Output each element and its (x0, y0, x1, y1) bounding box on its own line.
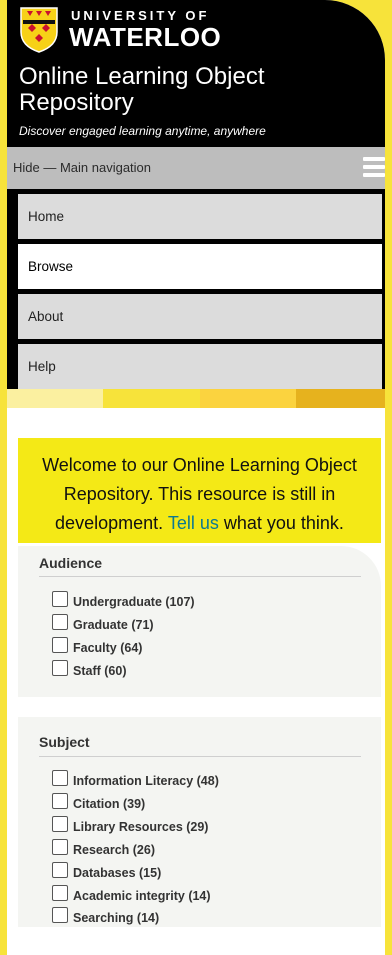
welcome-text-end: what you think. (223, 513, 344, 533)
divider (39, 576, 361, 577)
checkbox[interactable] (52, 885, 68, 901)
checkbox[interactable] (52, 591, 68, 607)
facet-option-label: Undergraduate (107) (73, 595, 195, 609)
facet-option-label: Library Resources (29) (73, 820, 209, 834)
facet-option-label: Graduate (71) (73, 618, 154, 632)
checkbox[interactable] (52, 907, 68, 923)
facet-title: Subject (39, 734, 90, 750)
logo-text-line1: UNIVERSITY OF (71, 8, 210, 23)
university-logo[interactable]: UNIVERSITY OF WATERLOO (19, 6, 222, 54)
feedback-link[interactable]: Tell us (168, 513, 219, 533)
nav-item-help[interactable]: Help (18, 344, 382, 389)
checkbox[interactable] (52, 660, 68, 676)
facet-option-label: Databases (15) (73, 866, 162, 880)
nav-item-home[interactable]: Home (18, 194, 382, 239)
facet-option-label: Information Literacy (48) (73, 774, 219, 788)
stripe-segment (7, 389, 104, 408)
facet-option-label: Searching (14) (73, 911, 160, 925)
checkbox[interactable] (52, 839, 68, 855)
page-content: UNIVERSITY OF WATERLOO Online Learning O… (7, 0, 385, 955)
hamburger-menu-icon[interactable] (363, 157, 385, 179)
facet-option-label: Citation (39) (73, 797, 146, 811)
facet-option-label: Faculty (64) (73, 641, 143, 655)
facet-audience: Audience Undergraduate (107) Graduate (7… (18, 546, 381, 697)
checkbox[interactable] (52, 862, 68, 878)
welcome-message: Welcome to our Online Learning Object Re… (18, 438, 381, 543)
stripe-segment (103, 389, 200, 408)
color-stripe (7, 389, 385, 408)
nav-item-browse[interactable]: Browse (18, 244, 382, 289)
stripe-segment (295, 389, 385, 408)
main-navigation-bar[interactable]: Hide — Main navigation (7, 147, 385, 189)
nav-toggle-label[interactable]: Hide — Main navigation (13, 160, 151, 175)
checkbox[interactable] (52, 770, 68, 786)
university-crest-icon (20, 7, 58, 53)
facet-option-label: Staff (60) (73, 664, 127, 678)
checkbox[interactable] (52, 637, 68, 653)
facet-title: Audience (39, 555, 103, 571)
facet-option-label: Research (26) (73, 843, 155, 857)
site-tagline: Discover engaged learning anytime, anywh… (19, 124, 266, 138)
site-title[interactable]: Online Learning Object Repository (19, 64, 319, 116)
main-navigation-menu: Home Browse About Help (7, 189, 385, 389)
divider (39, 756, 361, 757)
stripe-segment (199, 389, 296, 408)
checkbox[interactable] (52, 793, 68, 809)
checkbox[interactable] (52, 816, 68, 832)
logo-text-line2: WATERLOO (69, 22, 222, 52)
site-header: UNIVERSITY OF WATERLOO Online Learning O… (7, 0, 385, 147)
nav-item-about[interactable]: About (18, 294, 382, 339)
facet-subject: Subject Information Literacy (48) Citati… (18, 717, 381, 927)
facet-option-label: Academic integrity (14) (73, 889, 211, 903)
checkbox[interactable] (52, 614, 68, 630)
